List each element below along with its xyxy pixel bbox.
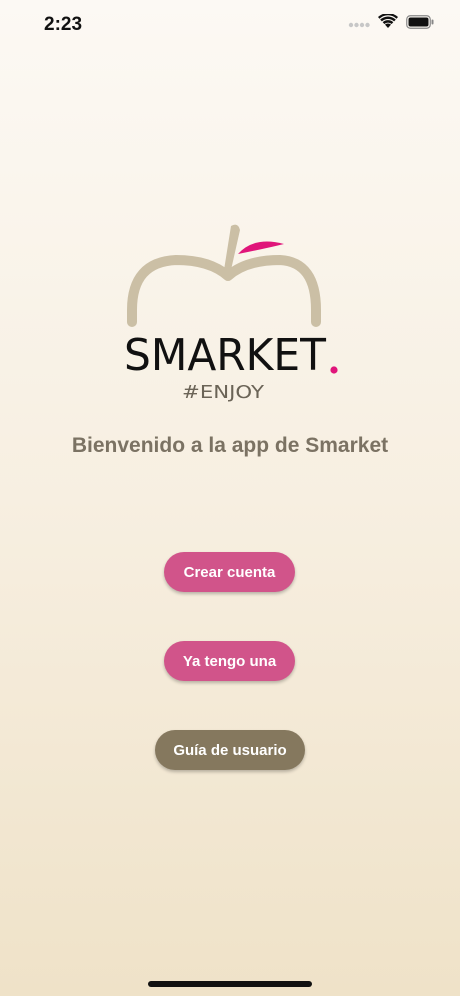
have-account-button[interactable]: Ya tengo una [164,641,295,681]
home-indicator[interactable] [148,981,312,987]
welcome-heading: Bienvenido a la app de Smarket [71,434,389,457]
wifi-icon [378,13,398,34]
status-time: 2:23 [44,14,83,35]
logo-brand-text: SMARKET [124,330,326,381]
logo-tagline-text: #ENJOY [182,382,265,403]
smarket-logo: SMARKET #ENJOY [118,218,348,408]
create-account-button[interactable]: Crear cuenta [164,552,295,592]
status-icons [348,13,434,34]
signal-dots-icon [348,15,370,33]
battery-icon [406,14,434,34]
user-guide-button[interactable]: Guía de usuario [155,730,305,770]
status-bar: 2:23 [0,0,460,52]
